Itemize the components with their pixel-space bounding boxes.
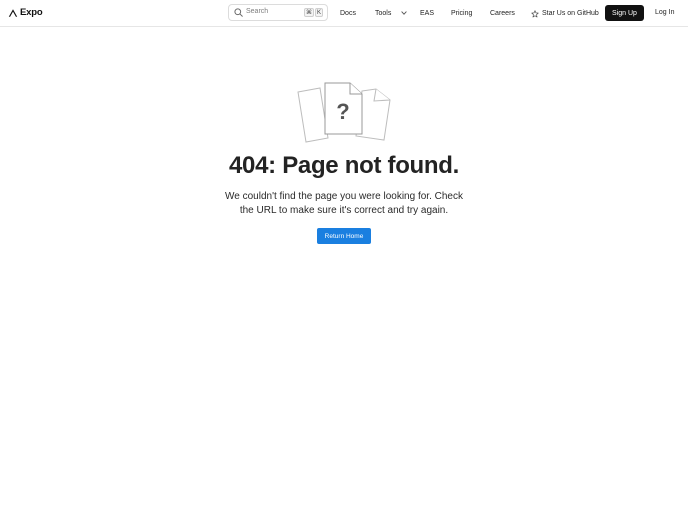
shortcut-k-key: K	[315, 8, 324, 17]
nav-careers[interactable]: Careers	[490, 9, 515, 18]
search-placeholder: Search	[246, 8, 269, 15]
nav-eas[interactable]: EAS	[420, 9, 434, 18]
nav-tools[interactable]: Tools	[375, 9, 408, 18]
top-nav: Expo Search ⌘ K Docs Tools EAS Pricing C…	[0, 0, 688, 27]
nav-github-star[interactable]: Star Us on GitHub	[531, 9, 599, 18]
chevron-down-icon	[401, 11, 408, 16]
nav-pricing[interactable]: Pricing	[451, 9, 472, 18]
sign-up-button[interactable]: Sign Up	[605, 5, 644, 21]
svg-text:?: ?	[336, 99, 349, 124]
page-title: 404: Page not found.	[228, 152, 460, 179]
nav-github-label: Star Us on GitHub	[542, 10, 599, 17]
log-in-link[interactable]: Log In	[655, 9, 674, 16]
nav-tools-label: Tools	[375, 10, 392, 17]
logo-text: Expo	[20, 7, 43, 18]
search-input[interactable]: Search ⌘ K	[228, 4, 328, 21]
expo-logo-icon	[8, 8, 18, 17]
error-message: We couldn't find the page you were looki…	[225, 191, 463, 216]
search-icon	[234, 8, 243, 17]
star-icon	[531, 9, 539, 17]
expo-logo[interactable]: Expo	[8, 7, 43, 18]
nav-docs[interactable]: Docs	[340, 9, 356, 18]
missing-page-illustration-icon: ?	[297, 82, 391, 143]
shortcut-cmd-key: ⌘	[304, 8, 314, 17]
return-home-button[interactable]: Return Home	[317, 228, 371, 244]
